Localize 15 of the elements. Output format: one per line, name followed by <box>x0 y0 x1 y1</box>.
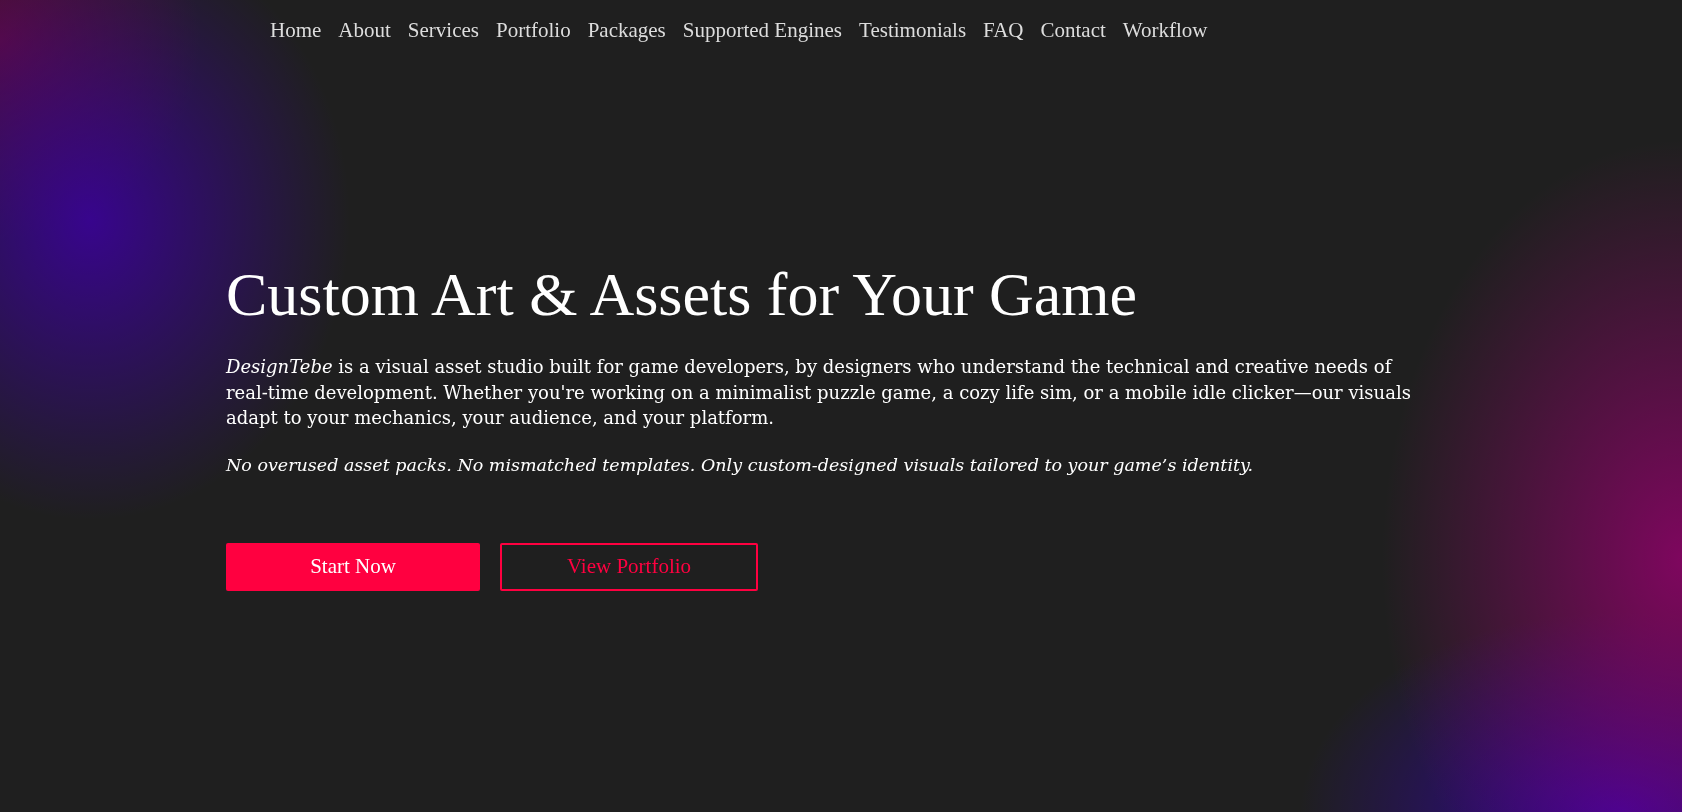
nav-link[interactable]: Workflow <box>1122 18 1208 43</box>
nav-link[interactable]: Portfolio <box>496 18 571 43</box>
hero-tagline: No overused asset packs. No mismatched templates. Only custom-designed visuals tailored to your game’s identity. <box>226 454 1255 475</box>
nav-link[interactable]: About <box>338 18 391 43</box>
nav-link[interactable]: Testimonials <box>859 18 967 43</box>
nav-link[interactable]: Contact <box>1040 18 1106 43</box>
nav-link[interactable]: Supported Engines <box>682 18 843 43</box>
start-button[interactable]: Start Now <box>226 542 480 591</box>
hero-description: DesignTebe is a visual asset studio built for game developers, by designers who understand the technical and creative needs of real-time development. Whether you're working on a minimalist puzzle game, a cozy life sim, or a mobile idle clicker—our visuals adapt to your mechanics, your audience, and your platform. <box>226 355 1412 431</box>
nav-link[interactable]: FAQ <box>983 18 1024 43</box>
nav-link[interactable]: Home <box>270 18 322 43</box>
portfolio-button[interactable]: View Portfolio <box>500 542 758 591</box>
nav-link[interactable]: Services <box>407 18 479 43</box>
hero-title: Custom Art & Assets for Your Game <box>226 260 1139 329</box>
nav-link[interactable]: Packages <box>587 18 666 43</box>
